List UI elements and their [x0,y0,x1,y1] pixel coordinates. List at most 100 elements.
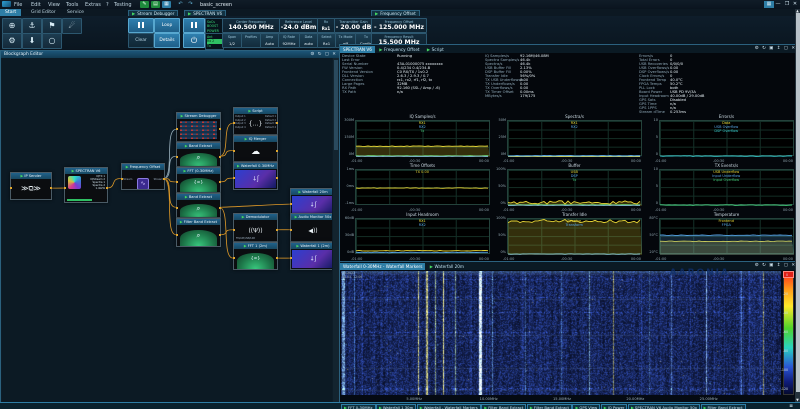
aaronia-watermark: AARONIA [670,268,730,278]
tab-start[interactable]: Start [0,9,21,16]
undo-icon[interactable]: ↶ [176,1,185,8]
node-spectran-v6[interactable]: ▶ SPECTRAN V6IQTX 1IQStream 2Spectra 1Sp… [64,167,108,203]
mini-chart-time-offsets[interactable]: Time Offsets 1ms 0ms -1ms TX 0.00 -01:00… [341,163,492,212]
node-iq-merger[interactable]: ▶ IQ Merger☁ [233,135,278,162]
waterfall-panel-controls[interactable]: ⚙ ↻ ▣ ↥ ▢ ✕ [755,262,796,270]
colorbar-marker[interactable] [783,271,794,278]
node-frequency-offset[interactable]: ▶ Frequency Offset∿StreamStream [121,163,165,190]
taskbar-item-waterfall-1-30m[interactable]: ▶Waterfall 1 30m [376,404,416,409]
tab-service[interactable]: Service [62,9,89,16]
colorbar-db-label: -80 [783,349,788,353]
node-stream-debugger[interactable]: ▶ Stream Debugger [176,112,221,142]
compass-icon[interactable]: ⊕ [2,18,22,34]
tab-waterfall-0-30mhz[interactable]: Waterfall 0-30MHz - Waterfall Markers [340,263,425,270]
button-select[interactable]: SelectRx1 [317,33,336,48]
field-transmitter-gain[interactable]: Transmitter Gain- 20.00 dB [334,18,373,33]
taskbar-item-gps-view[interactable]: ▶GPS View [572,404,600,409]
taskbar-item-filter-band-extract[interactable]: ▶Filter Band Extract [701,404,746,409]
menu-help[interactable]: ? [106,2,109,8]
import-icon[interactable]: ⬇ [22,33,42,49]
node-demodulator[interactable]: ▶ Demodulator((Ψ))FM/AM/USB/LSB [233,213,278,242]
waterfall-display[interactable] [341,271,781,395]
blockgraph-panel-controls[interactable]: ⚙ ↻ ▢ ✕ [310,51,337,58]
blockgraph-editor-panel: Blockgraph Editor ⚙ ↻ ▢ ✕ ▶ IP Sender≫⧉≫… [0,50,340,404]
close-button[interactable]: ✕ [790,1,800,8]
node-ip-sender[interactable]: ▶ IP Sender≫⧉≫ [10,172,52,200]
mini-chart-tx-events-s[interactable]: TX Events/s 10 5 0 USB UnderflowInput Un… [645,163,796,212]
mini-chart-temperature[interactable]: Temperature 80°C 50°C 20°C FrontendFPGA … [645,212,796,261]
node-fft-0-30mhz-[interactable]: ▶ FFT (0-30MHz){≈} [176,167,221,193]
right-panel-tabbar: SPECTRAN V6 ▶Frequency Offset ▶Script ⚙ … [340,45,798,53]
node-fft-1-2m-[interactable]: ▶ FFT 1 (2m){≈} [233,242,278,270]
tab-grid-editor[interactable]: Grid Editor [26,9,61,16]
mini-chart-errors-s[interactable]: Errors/s 10 5 0 DataUSB OverflowDSP Over… [645,114,796,163]
tab-spectran-v6[interactable]: SPECTRAN V6 [340,46,375,53]
app-logo-icon [2,1,11,7]
status-row: MBytes/s [485,94,502,98]
taskbar-item-filter-band-extract[interactable]: ▶Filter Band Extract [527,404,572,409]
mini-chart-transfer-idle[interactable]: Transfer Idle 100% 50% 0% ReceiveTransfo… [493,212,644,261]
lifebuoy-icon[interactable]: ○ [42,33,62,49]
menu-edit[interactable]: Edit [31,2,41,8]
taskbar-item-filter-band-extract[interactable]: ▶Filter Band Extract [481,404,526,409]
taskbar-item-iq-power[interactable]: ▶IQ Power [601,404,628,409]
button-iq-rate[interactable]: IQ Rate92MHz [278,33,300,48]
tab-waterfall-20m[interactable]: ▶Waterfall 20m [427,263,467,270]
debugger-loop-button[interactable]: Loop [154,18,180,33]
colorbar-db-label: -60 [783,330,788,334]
spectran-power-button[interactable]: ⏻ [183,33,205,48]
node-filter-band-extract[interactable]: ▶ Filter Band Extract⌕ [176,218,221,247]
button-amp[interactable]: AmpAuto [260,33,279,48]
debugger-clear-button[interactable]: Clear [128,33,154,48]
node-band-extract[interactable]: ▶ Band Extract⌕ [176,193,221,218]
button-data[interactable]: Dataauto [299,33,318,48]
debugger-pause-button[interactable] [128,18,154,33]
node-audio-monitor-50x[interactable]: ▶ Audio Monitor 50x◀)) [290,213,332,242]
minimized-panels-taskbar: ▶FFT 0-30MHz▶Waterfall 1 30m▶Waterfall -… [0,402,800,409]
node-waterfall-0-30mhz[interactable]: ▶ Waterfall 0-30MHz↓ʃ [233,162,278,190]
menu-view[interactable]: View [48,2,60,8]
taskbar-menu-icon[interactable]: ≣ [789,404,793,409]
taskbar-item-spectran-v6-audio-monitor-50x[interactable]: ▶SPECTRAN V6 Audio Monitor 50x [628,404,700,409]
field-center-frequency[interactable]: Center Frequency140.500 MHz [222,18,280,33]
status-value: 92.160 (SSL / Amp / -6) [397,86,440,90]
node-band-extract[interactable]: ▶ Band Extract⌕ [176,142,221,167]
button-span[interactable]: Span1/2 [222,33,242,48]
taskbar-item-fft-0-30mhz[interactable]: ▶FFT 0-30MHz [341,404,376,409]
mini-chart-iq-samples-s[interactable]: IQ Samples/s 300M 150M 0M RX1RX2Tx -01:0… [341,114,492,163]
menu-file[interactable]: File [14,2,22,8]
right-panel-controls[interactable]: ⚙ ↻ ▣ ↥ ▢ ✕ [755,45,796,53]
gear-icon[interactable]: ⚙ [2,33,22,49]
mini-chart-input-headroom[interactable]: Input Headroom 60dB 30dB 0dB RX1RX2 -01:… [341,212,492,261]
mini-chart-buffer[interactable]: Buffer 100% 50% 0% USBDSPTx -01:00 -00:3… [493,163,644,212]
flag-icon[interactable]: ⚑ [42,18,62,34]
mini-chart-spectra-s[interactable]: Spectra/s 50M 25M 0M RX1RX2 -01:00 -00:3… [493,114,644,163]
menu-testing[interactable]: Testing [114,2,132,8]
tab-script[interactable]: ▶Script [424,46,447,53]
blockgraph-canvas[interactable]: ▶ IP Sender≫⧉≫ ▶ SPECTRAN V6IQTX 1IQStrea… [2,58,332,402]
field-reference-level[interactable]: Reference Level-24.0 dBm [279,18,318,33]
node-script[interactable]: ▶ Script{…}Output 1Output 2Output 3Outpu… [233,107,278,135]
blockgraph-title[interactable]: Blockgraph Editor ⚙ ↻ ▢ ✕ [1,51,339,58]
field-frequency-offset[interactable]: Frequency Offset- 125.000 MHz [371,18,427,33]
menu-extras[interactable]: Extras [85,2,101,8]
node-waterfall-20m[interactable]: ▶ Waterfall 20m↓ʃ [290,188,332,216]
node-waterfall-1-2m-[interactable]: ▶ Waterfall 1 (2m)↓ʃ [290,242,332,270]
debugger-details-button[interactable]: Details [154,33,180,48]
edit-pencil-icon[interactable]: ✎ [140,1,149,8]
redo-icon[interactable]: ↷ [186,1,195,8]
taskbar-item-waterfall-waterfall-markers[interactable]: ▶Waterfall - Waterfall Markers [417,404,481,409]
field-rx[interactable]: RxRx1 [317,18,335,33]
anchor-icon[interactable]: ⚓ [22,18,42,34]
status-value: 179/175 [520,94,535,98]
waterfall-panel: Waterfall 0-30MHz - Waterfall Markers ▶W… [339,261,799,404]
spectran-pause-button[interactable] [183,18,205,33]
rocket-icon[interactable]: ☄ [62,18,82,34]
tab-frequency-offset[interactable]: ▶Frequency Offset [376,46,422,53]
panel-icon[interactable]: ▦ [162,1,171,8]
list-icon[interactable]: ▤ [151,1,160,8]
window-scrollbar[interactable]: ▲▼ [795,9,800,402]
freq-axis-label: 20.00MHz [626,397,644,401]
menu-tools[interactable]: Tools [66,2,78,8]
button-profiles[interactable]: Profiles [241,33,261,48]
